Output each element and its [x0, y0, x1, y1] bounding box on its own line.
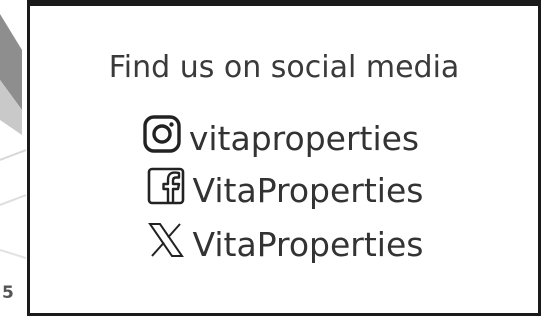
instagram-icon — [141, 113, 183, 155]
facebook-icon — [145, 165, 187, 207]
page-number: 5 — [2, 283, 14, 303]
x-link[interactable]: VitaProperties — [30, 216, 538, 272]
social-links-list: vitaproperties VitaProperties VitaProper… — [30, 110, 538, 272]
x-handle: VitaProperties — [192, 224, 424, 264]
facebook-link[interactable]: VitaProperties — [30, 162, 538, 218]
x-logo-icon — [145, 219, 187, 261]
instagram-link[interactable]: vitaproperties — [22, 110, 538, 166]
social-media-panel: 5 Find us on social media vitaproperties — [0, 0, 545, 320]
card-title: Find us on social media — [108, 50, 460, 85]
social-media-card: Find us on social media vitaproperties V… — [27, 0, 541, 316]
facebook-handle: VitaProperties — [192, 170, 424, 210]
instagram-handle: vitaproperties — [188, 118, 420, 158]
